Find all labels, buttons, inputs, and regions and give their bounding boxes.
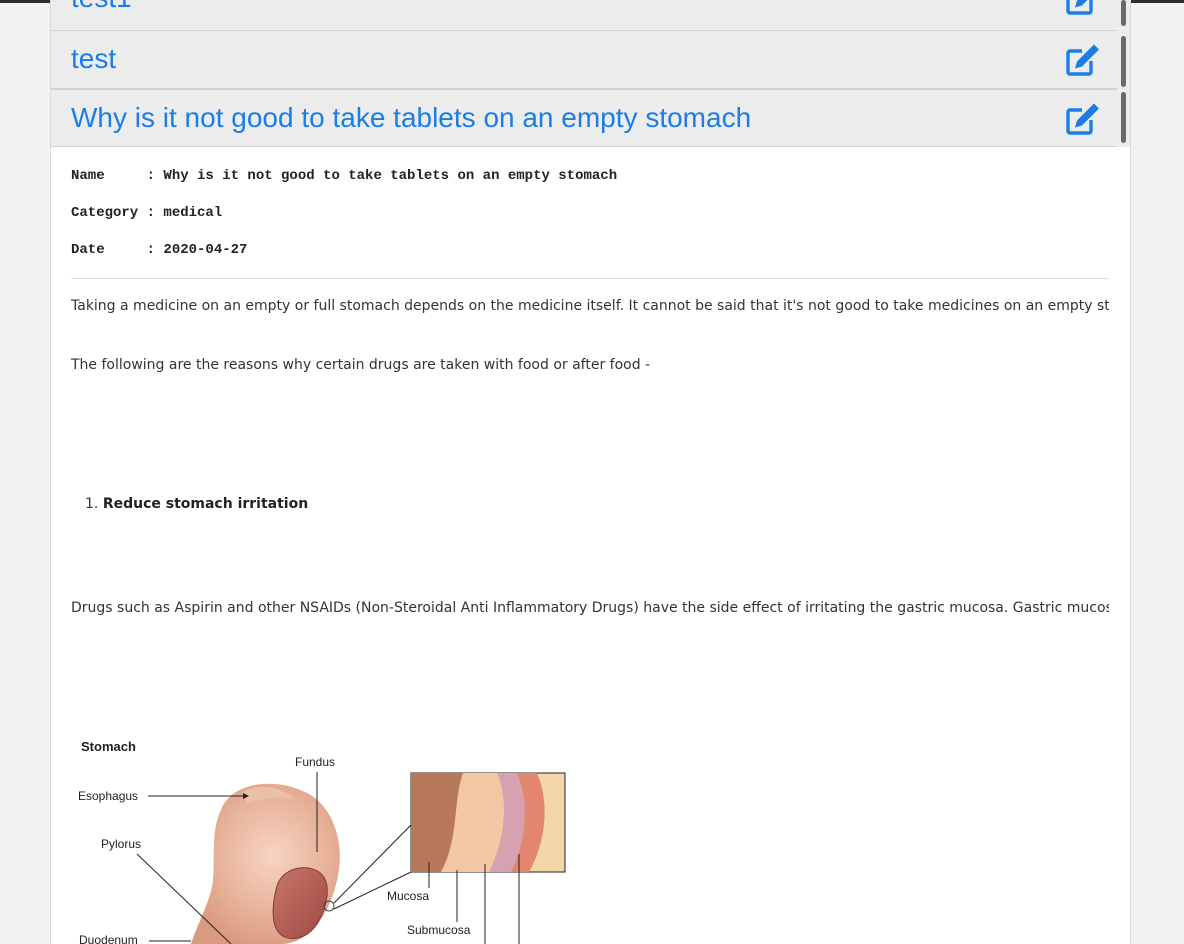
accordion-title-1[interactable]: test1: [71, 0, 132, 14]
accordion-item-2[interactable]: test: [51, 31, 1117, 89]
label-pylorus: Pylorus: [101, 837, 141, 851]
detail-category: Category : medical: [71, 205, 223, 221]
accordion-title-2[interactable]: test: [71, 43, 116, 75]
accordion-title-3[interactable]: Why is it not good to take tablets on an…: [71, 102, 751, 134]
divider: [71, 278, 1109, 279]
detail-date: Date : 2020-04-27: [71, 242, 248, 258]
label-fundus: Fundus: [295, 755, 335, 769]
cross-section: [410, 772, 566, 873]
label-esophagus: Esophagus: [78, 789, 138, 803]
main-panel: test1 test Why is it not good to take ta…: [50, 0, 1131, 944]
scrollbar-thumb[interactable]: [1121, 92, 1126, 143]
edit-icon[interactable]: [1065, 102, 1101, 136]
figure-title: Stomach: [81, 739, 136, 754]
edit-icon[interactable]: [1065, 43, 1101, 77]
accordion-item-3[interactable]: Why is it not good to take tablets on an…: [51, 89, 1117, 147]
label-duodenum: Duodenum: [79, 933, 138, 944]
list-item-heading: Reduce stomach irritation: [102, 496, 309, 512]
stomach-diagram: Stomach Fundus Esophagus Pylorus Duodenu…: [78, 739, 566, 944]
content-paragraph-3: Drugs such as Aspirin and other NSAIDs (…: [71, 600, 1109, 616]
edit-icon[interactable]: [1065, 0, 1101, 16]
content-paragraph-1: Taking a medicine on an empty or full st…: [71, 298, 1109, 314]
label-submucosa: Submucosa: [407, 923, 471, 937]
content-paragraph-2: The following are the reasons why certai…: [71, 357, 651, 373]
scrollbar-thumb[interactable]: [1121, 0, 1126, 26]
list-number: 1.: [85, 496, 99, 512]
scrollbar-track[interactable]: [1117, 0, 1130, 147]
detail-name: Name : Why is it not good to take tablet…: [71, 168, 618, 184]
list-item: 1. Reduce stomach irritation: [85, 496, 308, 512]
label-mucosa: Mucosa: [387, 889, 429, 903]
accordion-item-1[interactable]: test1: [51, 0, 1117, 31]
scrollbar-thumb[interactable]: [1121, 36, 1126, 87]
